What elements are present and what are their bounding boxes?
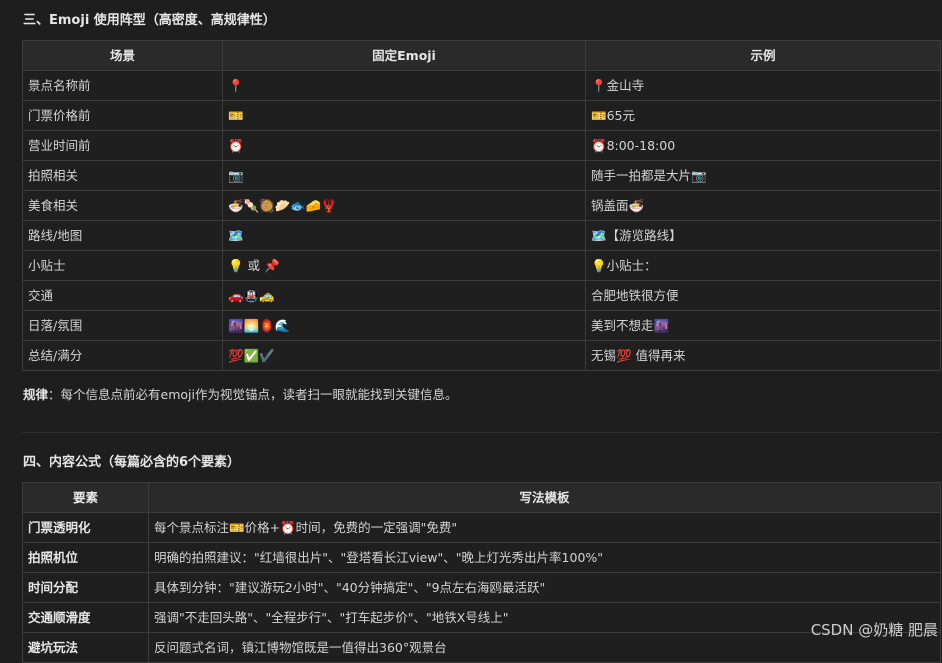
table-row: 小贴士 💡 或 📌 💡小贴士： (22, 250, 941, 281)
table-cell: 每个景点标注🎫价格+⏰时间，免费的一定强调"免费" (148, 512, 941, 543)
rule-label: 规律 (23, 387, 49, 402)
table-cell: 景点名称前 (22, 70, 223, 101)
table-cell: 时间分配 (22, 572, 149, 603)
table-cell: 无锡💯 值得再来 (585, 340, 941, 371)
table-cell: 🗺️ (222, 220, 586, 251)
column-header-scene: 场景 (22, 40, 223, 71)
table-cell: 美到不想走🌆 (585, 310, 941, 341)
emoji-table: 场景 固定Emoji 示例 景点名称前 📍 📍金山寺 门票价格前 🎫 🎫65元 营业时间前 ⏰… (22, 40, 941, 371)
table-header-row: 场景 固定Emoji 示例 (22, 40, 941, 71)
table-row: 日落/氛围 🌆🌅🏮🌊 美到不想走🌆 (22, 310, 941, 341)
table-cell: 🎫 (222, 100, 586, 131)
table-row: 总结/满分 💯✅✔️ 无锡💯 值得再来 (22, 340, 941, 371)
table-cell: 🚗🚇🚕 (222, 280, 586, 311)
table-cell: 避坑玩法 (22, 632, 149, 663)
watermark: CSDN @奶糖 肥晨 (810, 621, 938, 639)
table-cell: 🗺️【游览路线】 (585, 220, 941, 251)
section4-title: 四、内容公式（每篇必含的6个要素） (23, 455, 241, 470)
table-cell: 💡 或 📌 (222, 250, 586, 281)
table-cell: 交通 (22, 280, 223, 311)
table-cell: 美食相关 (22, 190, 223, 221)
table-cell: 📍 (222, 70, 586, 101)
table-header-row: 要素 写法模板 (22, 482, 941, 513)
table-row: 路线/地图 🗺️ 🗺️【游览路线】 (22, 220, 941, 251)
table-row: 美食相关 🍜🍡🥘🥟🐟🧀🦞 锅盖面🍜 (22, 190, 941, 221)
table-row: 时间分配 具体到分钟："建议游玩2小时"、"40分钟搞定"、"9点左右海鸥最活跃" (22, 572, 941, 603)
table-cell: ⏰8:00-18:00 (585, 130, 941, 161)
column-header-template: 写法模板 (148, 482, 941, 513)
table-cell: 门票透明化 (22, 512, 149, 543)
table-cell: 📍金山寺 (585, 70, 941, 101)
section-divider (22, 432, 940, 433)
table-cell: ⏰ (222, 130, 586, 161)
table-cell: 🌆🌅🏮🌊 (222, 310, 586, 341)
table-cell: 总结/满分 (22, 340, 223, 371)
table-row: 避坑玩法 反问题式名词，镇江博物馆既是一值得出360°观景台 (22, 632, 941, 663)
column-header-emoji: 固定Emoji (222, 40, 586, 71)
section3-title: 三、Emoji 使用阵型（高密度、高规律性） (23, 13, 276, 28)
rule-note: 规律：每个信息点前必有emoji作为视觉锚点，读者扫一眼就能找到关键信息。 (23, 384, 457, 403)
table-cell: 🍜🍡🥘🥟🐟🧀🦞 (222, 190, 586, 221)
table-cell: 营业时间前 (22, 130, 223, 161)
table-row: 门票价格前 🎫 🎫65元 (22, 100, 941, 131)
formula-table: 要素 写法模板 门票透明化 每个景点标注🎫价格+⏰时间，免费的一定强调"免费" 拍照… (22, 482, 941, 663)
table-cell: 交通顺滑度 (22, 602, 149, 633)
table-cell: 具体到分钟："建议游玩2小时"、"40分钟搞定"、"9点左右海鸥最活跃" (148, 572, 941, 603)
table-cell: 💡小贴士： (585, 250, 941, 281)
table-row: 交通 🚗🚇🚕 合肥地铁很方便 (22, 280, 941, 311)
table-row: 营业时间前 ⏰ ⏰8:00-18:00 (22, 130, 941, 161)
table-row: 门票透明化 每个景点标注🎫价格+⏰时间，免费的一定强调"免费" (22, 512, 941, 543)
table-cell: 拍照机位 (22, 542, 149, 573)
table-cell: 路线/地图 (22, 220, 223, 251)
table-cell: 拍照相关 (22, 160, 223, 191)
table-cell: 💯✅✔️ (222, 340, 586, 371)
table-row: 交通顺滑度 强调"不走回头路"、"全程步行"、"打车起步价"、"地铁X号线上" (22, 602, 941, 633)
table-cell: 随手一拍都是大片📷 (585, 160, 941, 191)
table-row: 拍照相关 📷 随手一拍都是大片📷 (22, 160, 941, 191)
table-cell: 门票价格前 (22, 100, 223, 131)
table-cell: 小贴士 (22, 250, 223, 281)
table-cell: 🎫65元 (585, 100, 941, 131)
table-row: 景点名称前 📍 📍金山寺 (22, 70, 941, 101)
table-row: 拍照机位 明确的拍照建议："红墙很出片"、"登塔看长江view"、"晚上灯光秀出片… (22, 542, 941, 573)
table-cell: 日落/氛围 (22, 310, 223, 341)
table-cell: 📷 (222, 160, 586, 191)
rule-text: ：每个信息点前必有emoji作为视觉锚点，读者扫一眼就能找到关键信息。 (48, 387, 458, 402)
column-header-example: 示例 (585, 40, 941, 71)
table-cell: 锅盖面🍜 (585, 190, 941, 221)
table-cell: 合肥地铁很方便 (585, 280, 941, 311)
column-header-element: 要素 (22, 482, 149, 513)
table-cell: 明确的拍照建议："红墙很出片"、"登塔看长江view"、"晚上灯光秀出片率100… (148, 542, 941, 573)
